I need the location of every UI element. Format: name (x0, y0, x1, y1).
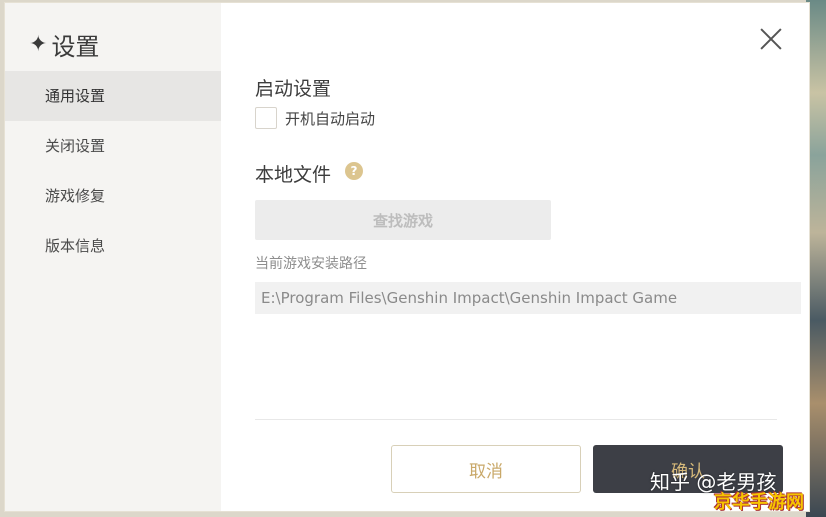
startup-section-title: 启动设置 (255, 78, 332, 100)
install-path-field[interactable]: E:\Program Files\Genshin Impact\Genshin … (255, 282, 801, 314)
sidebar-item-repair[interactable]: 游戏修复 (5, 171, 221, 221)
autostart-row: 开机自动启动 (255, 107, 375, 129)
site-watermark: 京华手游网 (714, 492, 804, 513)
sidebar-item-general[interactable]: 通用设置 (5, 71, 221, 121)
settings-sidebar: ✦ 设置 通用设置 关闭设置 游戏修复 版本信息 (5, 3, 221, 511)
settings-dialog: ✦ 设置 通用设置 关闭设置 游戏修复 版本信息 启动设置 开机自动启动 本地文… (4, 2, 810, 512)
sparkle-icon: ✦ (29, 31, 48, 57)
local-files-section-title: 本地文件 (255, 164, 332, 186)
autostart-label[interactable]: 开机自动启动 (285, 108, 375, 129)
find-game-button[interactable]: 查找游戏 (255, 200, 551, 240)
settings-content: 启动设置 开机自动启动 本地文件 ? 查找游戏 当前游戏安装路径 E:\Prog… (255, 3, 803, 511)
install-path-label: 当前游戏安装路径 (255, 256, 367, 272)
help-icon[interactable]: ? (345, 162, 363, 180)
sidebar-item-version[interactable]: 版本信息 (5, 221, 221, 271)
autostart-checkbox[interactable] (255, 107, 277, 129)
dialog-title-text: 设置 (51, 33, 100, 61)
sidebar-item-close[interactable]: 关闭设置 (5, 121, 221, 171)
dialog-title: ✦ 设置 (29, 27, 99, 62)
settings-nav: 通用设置 关闭设置 游戏修复 版本信息 (5, 71, 221, 271)
footer-divider (255, 419, 777, 420)
cancel-button[interactable]: 取消 (391, 445, 581, 493)
